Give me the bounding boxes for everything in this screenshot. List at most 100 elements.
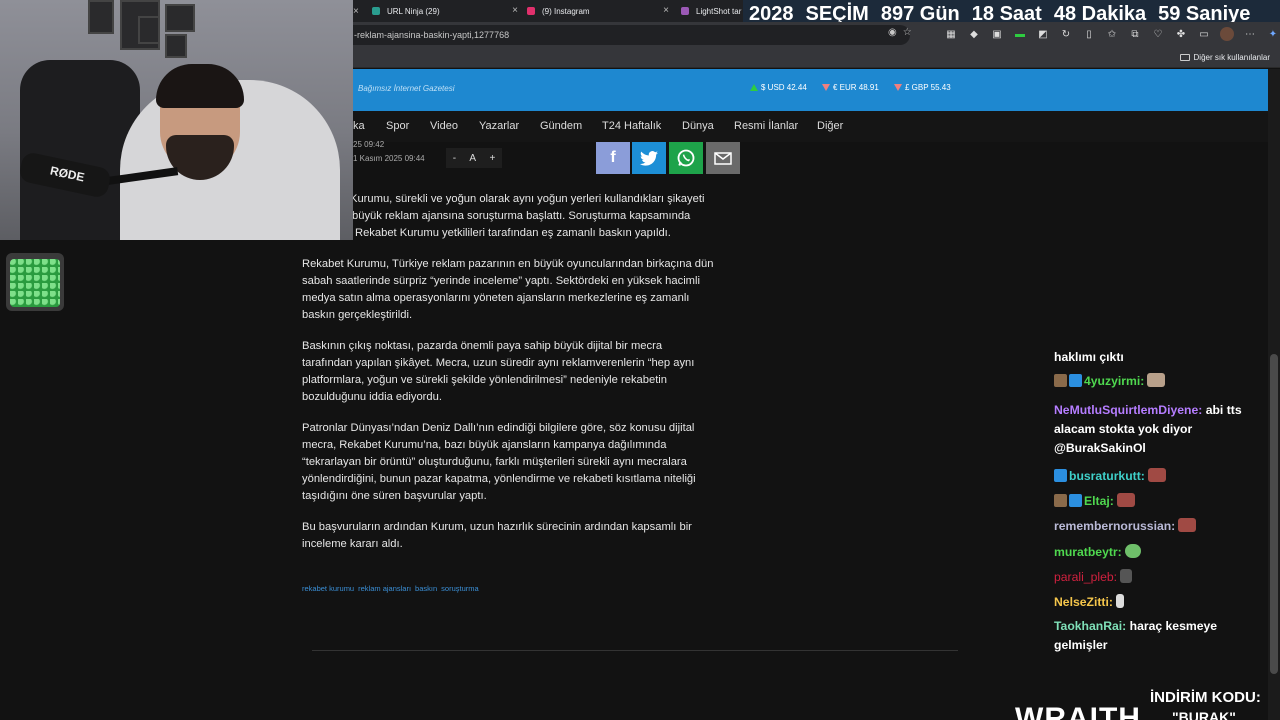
up-arrow-icon: [750, 84, 758, 91]
mail-share-button[interactable]: [706, 142, 740, 174]
whatsapp-icon: [677, 149, 695, 167]
tab-close-icon[interactable]: ×: [353, 2, 359, 20]
favorites-icon[interactable]: ✩: [1105, 27, 1119, 41]
split-screen-icon[interactable]: ▯: [1082, 27, 1096, 41]
paragraph-line: medya satın alma operasyonlarını yöneten…: [302, 292, 690, 304]
paragraph-line: Baskının çıkış noktası, pazarda önemli p…: [302, 340, 663, 352]
emote-icon: [1115, 594, 1124, 608]
chat-username: NeMutluSquirtlemDiyene:: [1054, 403, 1203, 417]
site-tagline: Bağımsız İnternet Gazetesi: [358, 84, 455, 93]
chat-username: remembernorussian:: [1054, 519, 1176, 533]
sidebar-icon[interactable]: ▭: [1197, 27, 1211, 41]
star-bookmark-icon[interactable]: ☆: [903, 27, 912, 38]
facebook-share-button[interactable]: f: [596, 142, 630, 174]
webcam-overlay: RØDE: [0, 0, 353, 240]
twitter-share-button[interactable]: [632, 142, 666, 174]
facebook-icon: f: [610, 149, 616, 166]
paragraph-line: Rekabet Kurumu, Türkiye reklam pazarının…: [302, 258, 714, 270]
chat-username: Eltaj:: [1084, 494, 1114, 508]
close-tab-icon[interactable]: ×: [512, 5, 518, 16]
profile-avatar-icon[interactable]: [1220, 27, 1234, 41]
tag-link[interactable]: soruşturma: [441, 584, 479, 593]
other-favorites-label: Diğer sık kullanılanlar: [1193, 53, 1270, 62]
font-decrease-button[interactable]: -: [453, 153, 456, 164]
emote-icon: [1178, 518, 1197, 532]
subscriber-badge-icon: [1054, 494, 1067, 507]
paragraph-line: baskın gerçekleştirildi.: [302, 309, 413, 321]
font-reset-button[interactable]: A: [469, 153, 476, 164]
nav-item-gundem[interactable]: Gündem: [540, 120, 582, 132]
chat-message: NeMutluSquirtlemDiyene: abi tts alacam s…: [1054, 401, 1266, 458]
nav-item-spor[interactable]: Spor: [386, 120, 409, 132]
paragraph-line: büyük reklam ajansına soruşturma başlatt…: [352, 210, 691, 222]
tab-lightshot[interactable]: LightShot tar: [681, 2, 751, 20]
heart-icon[interactable]: ♡: [1151, 27, 1165, 41]
copilot-icon[interactable]: ✦: [1266, 27, 1280, 41]
nav-item-partial[interactable]: ka: [353, 120, 365, 132]
tag-link[interactable]: rekabet kurumu: [302, 584, 354, 593]
extension-1-icon[interactable]: ▦: [944, 27, 958, 41]
other-favorites-folder[interactable]: Diğer sık kullanılanlar: [1179, 53, 1270, 62]
tag-link[interactable]: reklam ajansları: [358, 584, 411, 593]
article-paragraph-2: Rekabet Kurumu, Türkiye reklam pazarının…: [302, 256, 742, 324]
tab-label: LightShot tar: [696, 6, 742, 16]
font-size-controls: - A +: [446, 148, 502, 168]
article-updated-time: 25 09:42: [353, 140, 385, 149]
extension-2-icon[interactable]: ◆: [967, 27, 981, 41]
emote-jar-widget: [6, 253, 64, 311]
read-aloud-icon[interactable]: ◉: [888, 27, 897, 38]
chat-message: NelseZitti:: [1054, 593, 1124, 612]
paragraph-line: bozulduğunu iddia ediyordu.: [302, 391, 442, 403]
chat-username: muratbeytr:: [1054, 545, 1122, 559]
tab-url-ninja[interactable]: URL Ninja (29) ×: [372, 2, 518, 20]
extensions-puzzle-icon[interactable]: ✤: [1174, 27, 1188, 41]
collections-icon[interactable]: ⧉: [1128, 27, 1142, 41]
tab-label: (9) Instagram: [542, 6, 590, 16]
nav-item-t24-haftalik[interactable]: T24 Haftalık: [602, 120, 661, 132]
nav-item-yazarlar[interactable]: Yazarlar: [479, 120, 519, 132]
extension-3-icon[interactable]: ▣: [990, 27, 1004, 41]
wall-photo: [165, 34, 187, 58]
font-increase-button[interactable]: +: [489, 153, 495, 164]
mail-icon: [714, 151, 732, 165]
content-divider: [312, 650, 958, 651]
wall-photo: [88, 0, 114, 34]
tab-instagram[interactable]: (9) Instagram ×: [527, 2, 669, 20]
nav-item-video[interactable]: Video: [430, 120, 458, 132]
url-bar[interactable]: -reklam-ajansina-baskin-yapti,1277768: [340, 25, 910, 45]
url-text: -reklam-ajansina-baskin-yapti,1277768: [354, 30, 510, 40]
chat-message: muratbeytr:: [1054, 543, 1141, 562]
extension-5-icon[interactable]: ◩: [1036, 27, 1050, 41]
chat-username: 4yuzyirmi:: [1084, 374, 1145, 388]
emote-icon: [1147, 373, 1166, 387]
subscriber-badge-icon: [1054, 374, 1067, 387]
currency-gbp: £ GBP 55.43: [894, 83, 951, 92]
nav-item-diger[interactable]: Diğer: [817, 120, 843, 132]
extension-toolbar: ▦ ◆ ▣ ▬ ◩ ↻ ▯ ✩ ⧉ ♡ ✤ ▭ ⋯ ✦: [944, 27, 1280, 41]
chat-message: 4yuzyirmi:: [1054, 372, 1166, 391]
close-tab-icon[interactable]: ×: [663, 5, 669, 16]
chat-text: haklımı çıktı: [1054, 350, 1124, 364]
paragraph-line: Patronlar Dünyası’ndan Deniz Dallı’nın e…: [302, 422, 695, 434]
tag-link[interactable]: baskın: [415, 584, 437, 593]
currency-eur-label: € EUR 48.91: [833, 83, 879, 92]
whatsapp-share-button[interactable]: [669, 142, 703, 174]
extension-4-icon[interactable]: ▬: [1013, 27, 1027, 41]
more-options-icon[interactable]: ⋯: [1243, 27, 1257, 41]
wall-photo: [138, 16, 160, 44]
nav-item-resmi-ilanlar[interactable]: Resmi İlanlar: [734, 120, 798, 132]
url-ninja-favicon-icon: [372, 7, 380, 15]
down-arrow-icon: [822, 84, 830, 91]
paragraph-line: mecra, Rekabet Kurumu’na, bazı büyük aja…: [302, 439, 667, 451]
cube-badge-icon: [1054, 469, 1067, 482]
refresh-icon[interactable]: ↻: [1059, 27, 1073, 41]
nav-item-dunya[interactable]: Dünya: [682, 120, 714, 132]
chat-message: busraturkutt:: [1054, 467, 1166, 486]
lightshot-favicon-icon: [681, 7, 689, 15]
paragraph-line: platformlara, yoğun ve sürekli şekilde y…: [302, 374, 668, 386]
scrollbar-thumb[interactable]: [1270, 354, 1278, 674]
article-paragraph-1: Kurumu, sürekli ve yoğun olarak aynı yoğ…: [350, 191, 790, 242]
paragraph-line: taşıdığını öne süren başvurular yaptı.: [302, 490, 487, 502]
page-scrollbar[interactable]: [1268, 69, 1280, 720]
wall-photo: [165, 4, 195, 32]
